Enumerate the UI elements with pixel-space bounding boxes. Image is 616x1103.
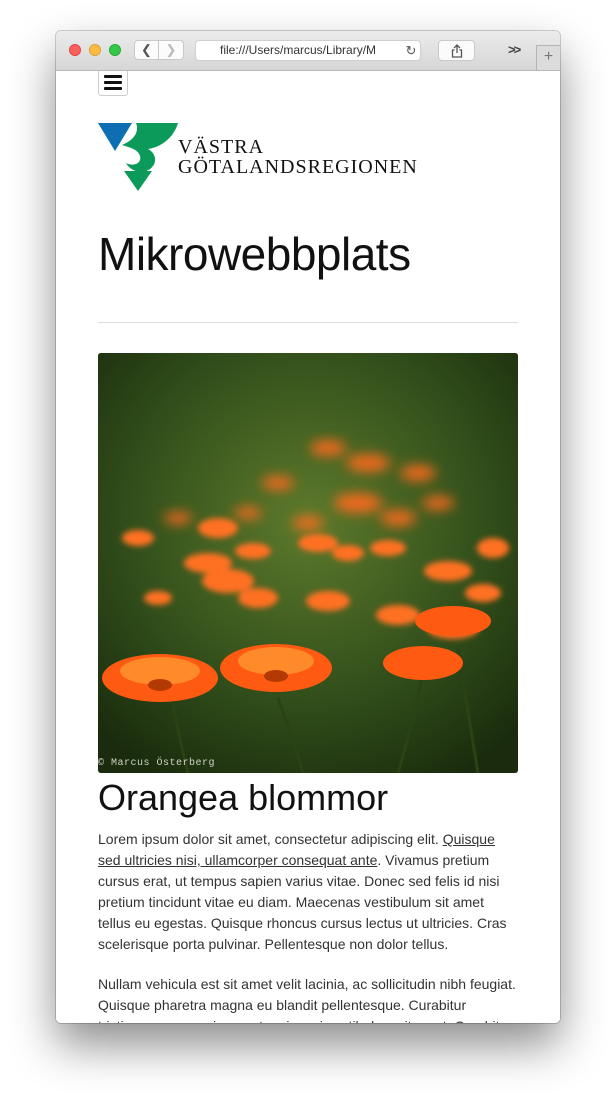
address-bar-url: file:///Users/marcus/Library/M [220, 43, 377, 57]
chevron-left-icon: ❮ [141, 42, 152, 57]
logo-text-line1: VÄSTRA [178, 135, 264, 158]
minimize-window-button[interactable] [89, 44, 101, 56]
chevron-right-icon: ❯ [165, 42, 177, 57]
browser-toolbar: ❮ ❯ file:///Users/marcus/Library/M ↻ >> … [56, 31, 560, 71]
logo-green-triangle [124, 171, 152, 191]
hamburger-menu-button[interactable] [98, 71, 128, 96]
forward-button[interactable]: ❯ [159, 40, 184, 60]
logo-green-swirl [122, 123, 178, 172]
title-divider [98, 322, 518, 323]
address-bar[interactable]: file:///Users/marcus/Library/M [195, 40, 421, 61]
zoom-window-button[interactable] [109, 44, 121, 56]
page-content: VÄSTRA GÖTALANDSREGIONEN Mikrowebbplats [56, 71, 560, 1023]
paragraph-1-text-start: Lorem ipsum dolor sit amet, consectetur … [98, 831, 443, 847]
article-paragraph-1: Lorem ipsum dolor sit amet, consectetur … [98, 829, 518, 955]
overflow-chevron-icon[interactable]: >> [508, 42, 521, 57]
page-title: Mikrowebbplats [98, 228, 411, 280]
new-tab-button[interactable]: + [536, 45, 560, 70]
close-window-button[interactable] [69, 44, 81, 56]
browser-window: ❮ ❯ file:///Users/marcus/Library/M ↻ >> … [56, 31, 560, 1023]
share-icon [451, 43, 462, 58]
logo-blue-triangle [98, 123, 132, 151]
article-paragraph-2: Nullam vehicula est sit amet velit lacin… [98, 976, 516, 1023]
photo-credit: © Marcus Österberg [98, 758, 216, 769]
logo-text-line2: GÖTALANDSREGIONEN [178, 155, 418, 178]
vgr-logo[interactable]: VÄSTRA GÖTALANDSREGIONEN [98, 123, 438, 195]
reload-icon[interactable]: ↻ [402, 40, 420, 61]
orange-flowers-photo [98, 353, 518, 773]
hamburger-icon [104, 75, 122, 78]
share-button[interactable] [438, 40, 475, 61]
back-button[interactable]: ❮ [134, 40, 159, 60]
article-heading: Orangea blommor [98, 777, 389, 818]
